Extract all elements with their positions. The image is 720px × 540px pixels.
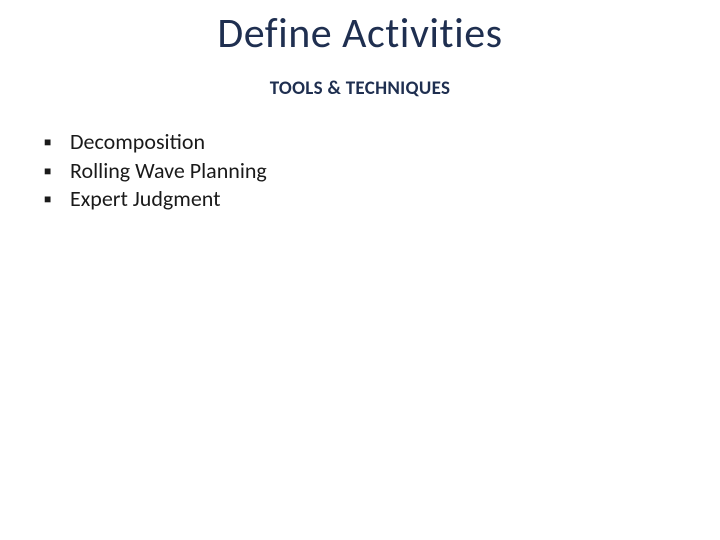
slide-container: Define Activities TOOLS & TECHNIQUES Dec… [0, 0, 720, 540]
slide-title: Define Activities [38, 8, 682, 59]
list-item: Expert Judgment [44, 185, 682, 214]
list-item: Rolling Wave Planning [44, 157, 682, 186]
bullet-list: Decomposition Rolling Wave Planning Expe… [38, 128, 682, 214]
slide-subtitle: TOOLS & TECHNIQUES [38, 77, 682, 100]
list-item: Decomposition [44, 128, 682, 157]
